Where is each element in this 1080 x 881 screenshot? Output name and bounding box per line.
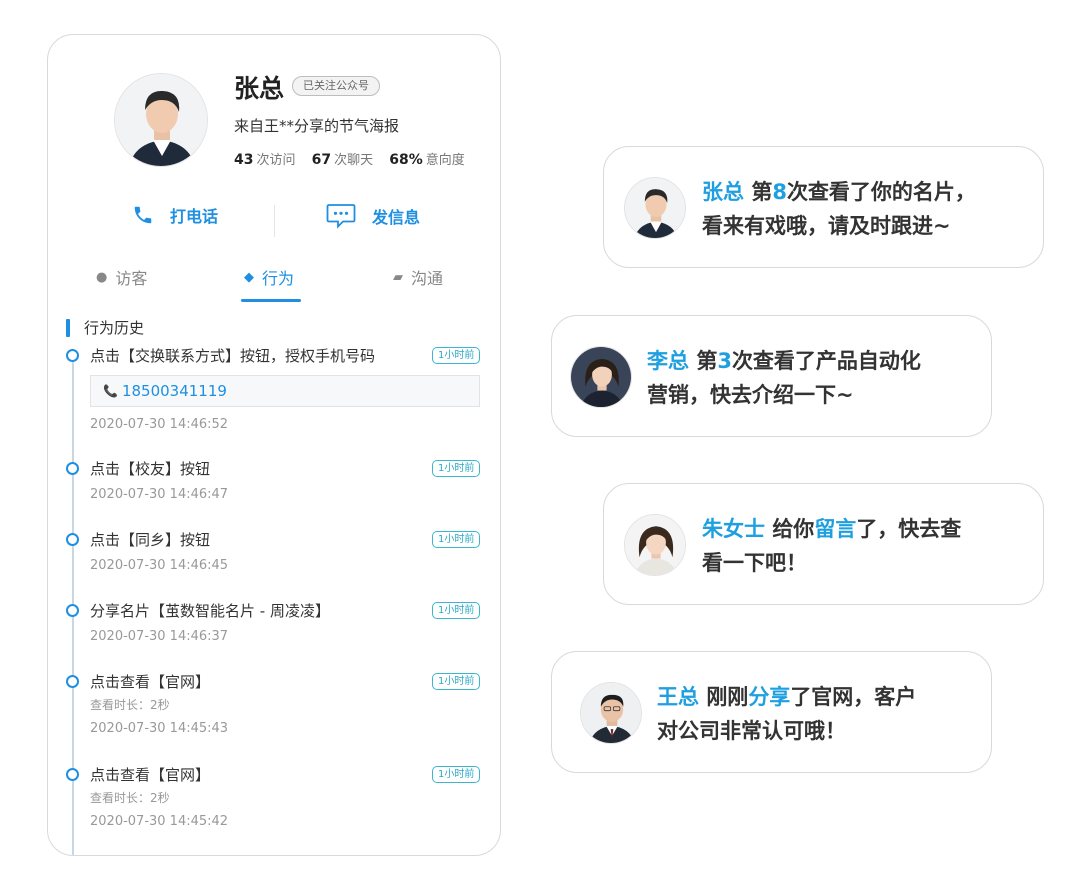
event-time-badge: 1小时前 [432, 347, 481, 364]
notification-line2: 看来有戏哦，请及时跟进~ [702, 214, 951, 238]
notification-line2: 营销，快去介绍一下~ [647, 383, 854, 407]
tab-visitor[interactable]: ● 访客 [96, 265, 147, 289]
notification-text-part: 了，快去查 [856, 517, 962, 541]
notification-name: 王总 [657, 685, 699, 709]
event-timestamp: 2020-07-30 14:46:37 [90, 629, 229, 644]
timeline-dot [66, 349, 79, 362]
man-avatar-icon [115, 74, 207, 166]
event-title: 点击【同乡】按钮 [90, 531, 211, 549]
event-timestamp: 2020-07-30 14:45:43 [90, 721, 229, 736]
chat-icon: ▰ [393, 269, 403, 285]
event-duration: 查看时长：2秒 [90, 791, 170, 805]
customer-name: 张总 [234, 74, 285, 103]
timeline-dot [66, 675, 79, 688]
event-timestamp: 2020-07-30 14:46:47 [90, 487, 229, 502]
event-duration: 查看时长：2秒 [90, 698, 170, 712]
message-button[interactable]: 发信息 [326, 203, 420, 229]
call-button[interactable]: 打电话 [132, 203, 218, 227]
message-label: 发信息 [372, 208, 421, 227]
event-timestamp: 2020-07-30 14:45:42 [90, 814, 229, 829]
customer-stats: 43 次访问 67 次聊天 68% 意向度 [234, 149, 465, 168]
event-title: 分享名片【茧数智能名片 - 周凌凌】 [90, 602, 330, 620]
action-divider [274, 205, 275, 237]
customer-source: 来自王**分享的节气海报 [234, 117, 400, 135]
chat-bubble-icon [326, 204, 356, 229]
visits-label: 次访问 [256, 153, 296, 168]
notification-name: 朱女士 [702, 517, 765, 541]
notification-text: 朱女士 给你留言了，快去查 看一下吧！ [702, 512, 961, 580]
event-time-badge: 1小时前 [432, 602, 481, 619]
event-title: 点击查看【官网】 [90, 766, 211, 784]
call-label: 打电话 [170, 207, 219, 226]
tab-behavior-label: 行为 [262, 269, 295, 288]
notification-text: 张总 第8次查看了你的名片， 看来有戏哦，请及时跟进~ [702, 175, 976, 243]
customer-avatar [114, 73, 208, 167]
tab-communication-label: 沟通 [411, 269, 444, 288]
notification-name: 李总 [647, 349, 689, 373]
phone-number: 18500341119 [121, 382, 227, 400]
phone-number-box[interactable]: 📞 18500341119 [90, 375, 480, 407]
woman-avatar-icon [625, 515, 685, 575]
woman-avatar-icon [571, 347, 631, 407]
notification-text-part: 次查看了产品自动化 [731, 349, 921, 373]
notification-text-part: 第 [696, 349, 718, 373]
phone-icon [134, 206, 152, 224]
notification-highlight: 8 [772, 180, 787, 204]
customer-profile-card: 张总 已关注公众号 来自王**分享的节气海报 43 次访问 67 次聊天 68% 意向… [47, 34, 501, 856]
notification-card[interactable]: 王总 刚刚分享了官网，客户 对公司非常认可哦！ [551, 651, 992, 773]
behavior-history-header: 行为历史 [66, 317, 144, 338]
event-timestamp: 2020-07-30 14:46:52 [90, 417, 229, 432]
notification-avatar [624, 177, 686, 239]
timeline-dot [66, 462, 79, 475]
event-time-badge: 1小时前 [432, 531, 481, 548]
notification-avatar [624, 514, 686, 576]
notification-text-part: 了官网，客户 [790, 685, 917, 709]
section-title: 行为历史 [84, 319, 145, 337]
timeline-dot [66, 768, 79, 781]
notification-text-part: 第 [751, 180, 773, 204]
event-timestamp: 2020-07-30 14:46:45 [90, 558, 229, 573]
notification-text-part: 给你 [772, 517, 815, 541]
notification-text-part: 次查看了你的名片， [786, 180, 976, 204]
man-avatar-icon [581, 683, 641, 743]
visitor-icon: ● [96, 269, 108, 285]
intent-value: 68% [389, 152, 423, 168]
notification-avatar [570, 346, 632, 408]
event-title: 点击查看【官网】 [90, 673, 211, 691]
notification-card[interactable]: 张总 第8次查看了你的名片， 看来有戏哦，请及时跟进~ [603, 146, 1044, 268]
chats-count: 67 [311, 152, 332, 168]
chats-label: 次聊天 [334, 153, 374, 168]
notification-text: 王总 刚刚分享了官网，客户 对公司非常认可哦！ [657, 680, 916, 748]
event-title: 点击【交换联系方式】按钮，授权手机号码 [90, 347, 376, 365]
tab-behavior[interactable]: ◆ 行为 [244, 265, 294, 289]
visits-count: 43 [234, 152, 254, 168]
tab-visitor-label: 访客 [115, 269, 148, 288]
notification-card[interactable]: 朱女士 给你留言了，快去查 看一下吧！ [603, 483, 1044, 605]
event-time-badge: 1小时前 [432, 460, 481, 477]
timeline-dot [66, 604, 79, 617]
notification-name: 张总 [702, 180, 744, 204]
man-avatar-icon [625, 178, 685, 238]
notification-highlight: 分享 [748, 685, 791, 709]
event-time-badge: 1小时前 [432, 673, 481, 690]
cube-icon: ◆ [244, 269, 254, 285]
event-title: 点击【校友】按钮 [90, 460, 211, 478]
tab-communication[interactable]: ▰ 沟通 [393, 265, 443, 289]
notification-text: 李总 第3次查看了产品自动化 营销，快去介绍一下~ [647, 344, 921, 412]
phone-icon: 📞 [103, 384, 118, 398]
notification-text-part: 刚刚 [706, 685, 749, 709]
notification-card[interactable]: 李总 第3次查看了产品自动化 营销，快去介绍一下~ [551, 315, 992, 437]
notification-line2: 对公司非常认可哦！ [657, 719, 846, 743]
intent-label: 意向度 [425, 153, 465, 168]
notification-line2: 看一下吧！ [702, 551, 807, 575]
notification-highlight: 留言 [814, 517, 857, 541]
event-time-badge: 1小时前 [432, 766, 481, 783]
follow-status-badge: 已关注公众号 [292, 76, 380, 96]
active-tab-indicator [241, 299, 301, 302]
section-marker [66, 318, 70, 337]
timeline-dot [66, 533, 79, 546]
notification-highlight: 3 [717, 349, 732, 373]
notification-avatar [580, 682, 642, 744]
